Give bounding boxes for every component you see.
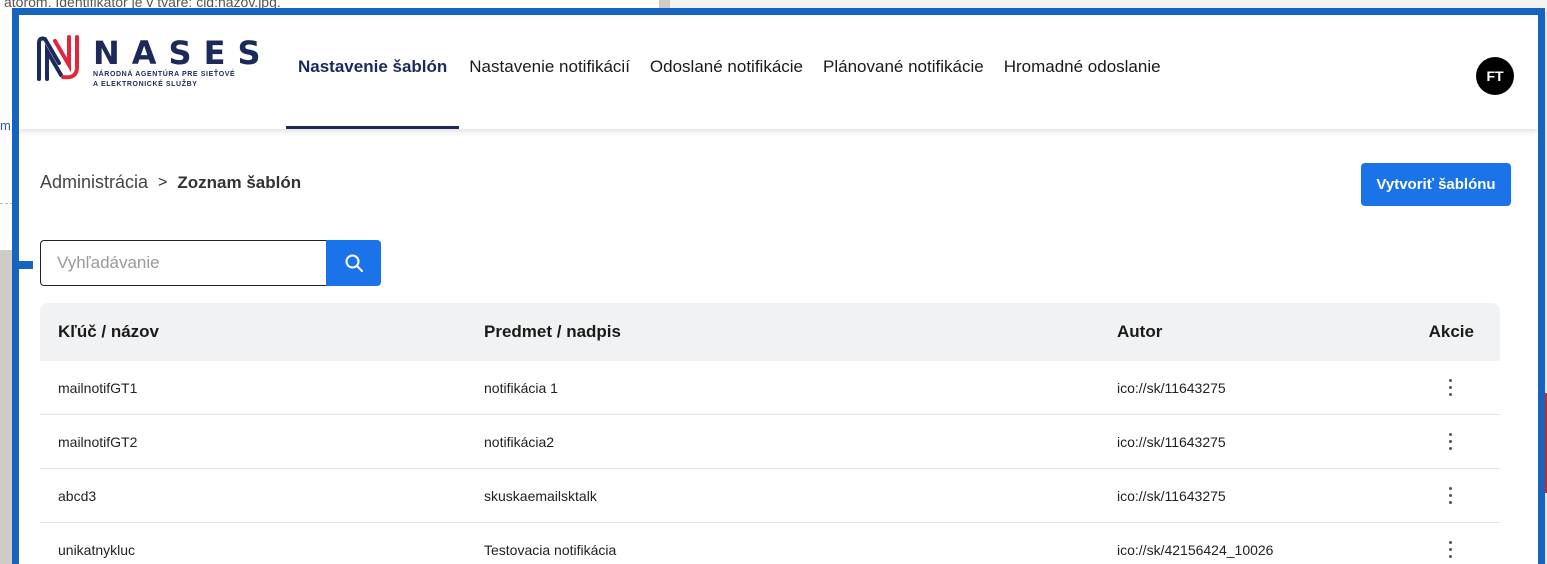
breadcrumb-separator-icon: > (158, 173, 168, 191)
cell-key: mailnotifGT1 (58, 379, 138, 396)
breadcrumb-current: Zoznam šablón (177, 172, 302, 192)
logo-text: NASES NÁRODNÁ AGENTÚRA PRE SIEŤOVÉ A ELE… (93, 37, 273, 89)
cell-author: ico://sk/11643275 (1117, 487, 1226, 504)
nav-item-bulk-send[interactable]: Hromadné odoslanie (994, 15, 1171, 129)
search-input[interactable] (40, 240, 326, 286)
cell-author: ico://sk/11643275 (1117, 433, 1226, 450)
nav-item-sent-notifications[interactable]: Odoslané notifikácie (640, 15, 813, 129)
logo-name: NASES (93, 34, 273, 72)
breadcrumb: Administrácia > Zoznam šablón (40, 172, 301, 193)
cell-actions (1357, 536, 1500, 564)
cell-key: unikatnykluc (58, 541, 136, 558)
table-row[interactable]: mailnotifGT1 notifikácia 1 ico://sk/1164… (40, 361, 1500, 415)
cell-actions (1357, 374, 1500, 402)
table-header: Kľúč / názov Predmet / nadpis Autor Akci… (40, 303, 1500, 361)
search-icon (345, 254, 363, 272)
main-nav: Nastavenie šablón Nastavenie notifikácií… (286, 15, 1171, 129)
frame-tab (19, 261, 33, 269)
column-header-author[interactable]: Autor (1117, 322, 1357, 342)
cell-subject: Testovacia notifikácia (484, 541, 617, 558)
cell-key: abcd3 (58, 487, 97, 504)
table-row[interactable]: unikatnykluc Testovacia notifikácia ico:… (40, 523, 1500, 564)
create-template-button[interactable]: Vytvoriť šablónu (1361, 163, 1511, 206)
cell-actions (1357, 428, 1500, 456)
column-header-actions: Akcie (1428, 322, 1474, 341)
app-window: NASES NÁRODNÁ AGENTÚRA PRE SIEŤOVÉ A ELE… (12, 8, 1545, 564)
top-header: NASES NÁRODNÁ AGENTÚRA PRE SIEŤOVÉ A ELE… (19, 15, 1538, 129)
nav-item-notification-settings[interactable]: Nastavenie notifikácií (459, 15, 640, 129)
table-row[interactable]: mailnotifGT2 notifikácia2 ico://sk/11643… (40, 415, 1500, 469)
cell-subject: notifikácia2 (484, 433, 555, 450)
cell-subject: notifikácia 1 (484, 379, 558, 396)
cell-subject: skuskaemailsktalk (484, 487, 597, 504)
cell-author: ico://sk/11643275 (1117, 379, 1226, 396)
row-actions-menu-icon[interactable] (1440, 428, 1460, 456)
row-actions-menu-icon[interactable] (1440, 536, 1460, 564)
table-row[interactable]: abcd3 skuskaemailsktalk ico://sk/1164327… (40, 469, 1500, 523)
search-button[interactable] (326, 240, 381, 286)
templates-table: Kľúč / názov Predmet / nadpis Autor Akci… (40, 303, 1500, 564)
row-actions-menu-icon[interactable] (1440, 482, 1460, 510)
nases-logo-icon (37, 35, 79, 81)
row-actions-menu-icon[interactable] (1440, 374, 1460, 402)
nav-item-planned-notifications[interactable]: Plánované notifikácie (813, 15, 994, 129)
background-link: m (0, 118, 11, 133)
breadcrumb-root[interactable]: Administrácia (40, 172, 148, 193)
nases-logo[interactable]: NASES NÁRODNÁ AGENTÚRA PRE SIEŤOVÉ A ELE… (33, 33, 273, 89)
search-bar (40, 240, 381, 286)
logo-subtitle-1: NÁRODNÁ AGENTÚRA PRE SIEŤOVÉ (93, 71, 236, 78)
cell-actions (1357, 482, 1500, 510)
user-avatar[interactable]: FT (1476, 57, 1514, 95)
cell-key: mailnotifGT2 (58, 433, 138, 450)
logo-subtitle-2: A ELEKTRONICKÉ SLUŽBY (93, 81, 198, 88)
cell-author: ico://sk/42156424_10026 (1117, 541, 1274, 558)
column-header-subject[interactable]: Predmet / nadpis (484, 322, 1117, 342)
column-header-key[interactable]: Kľúč / názov (40, 322, 484, 342)
nav-item-template-settings[interactable]: Nastavenie šablón (286, 15, 460, 129)
